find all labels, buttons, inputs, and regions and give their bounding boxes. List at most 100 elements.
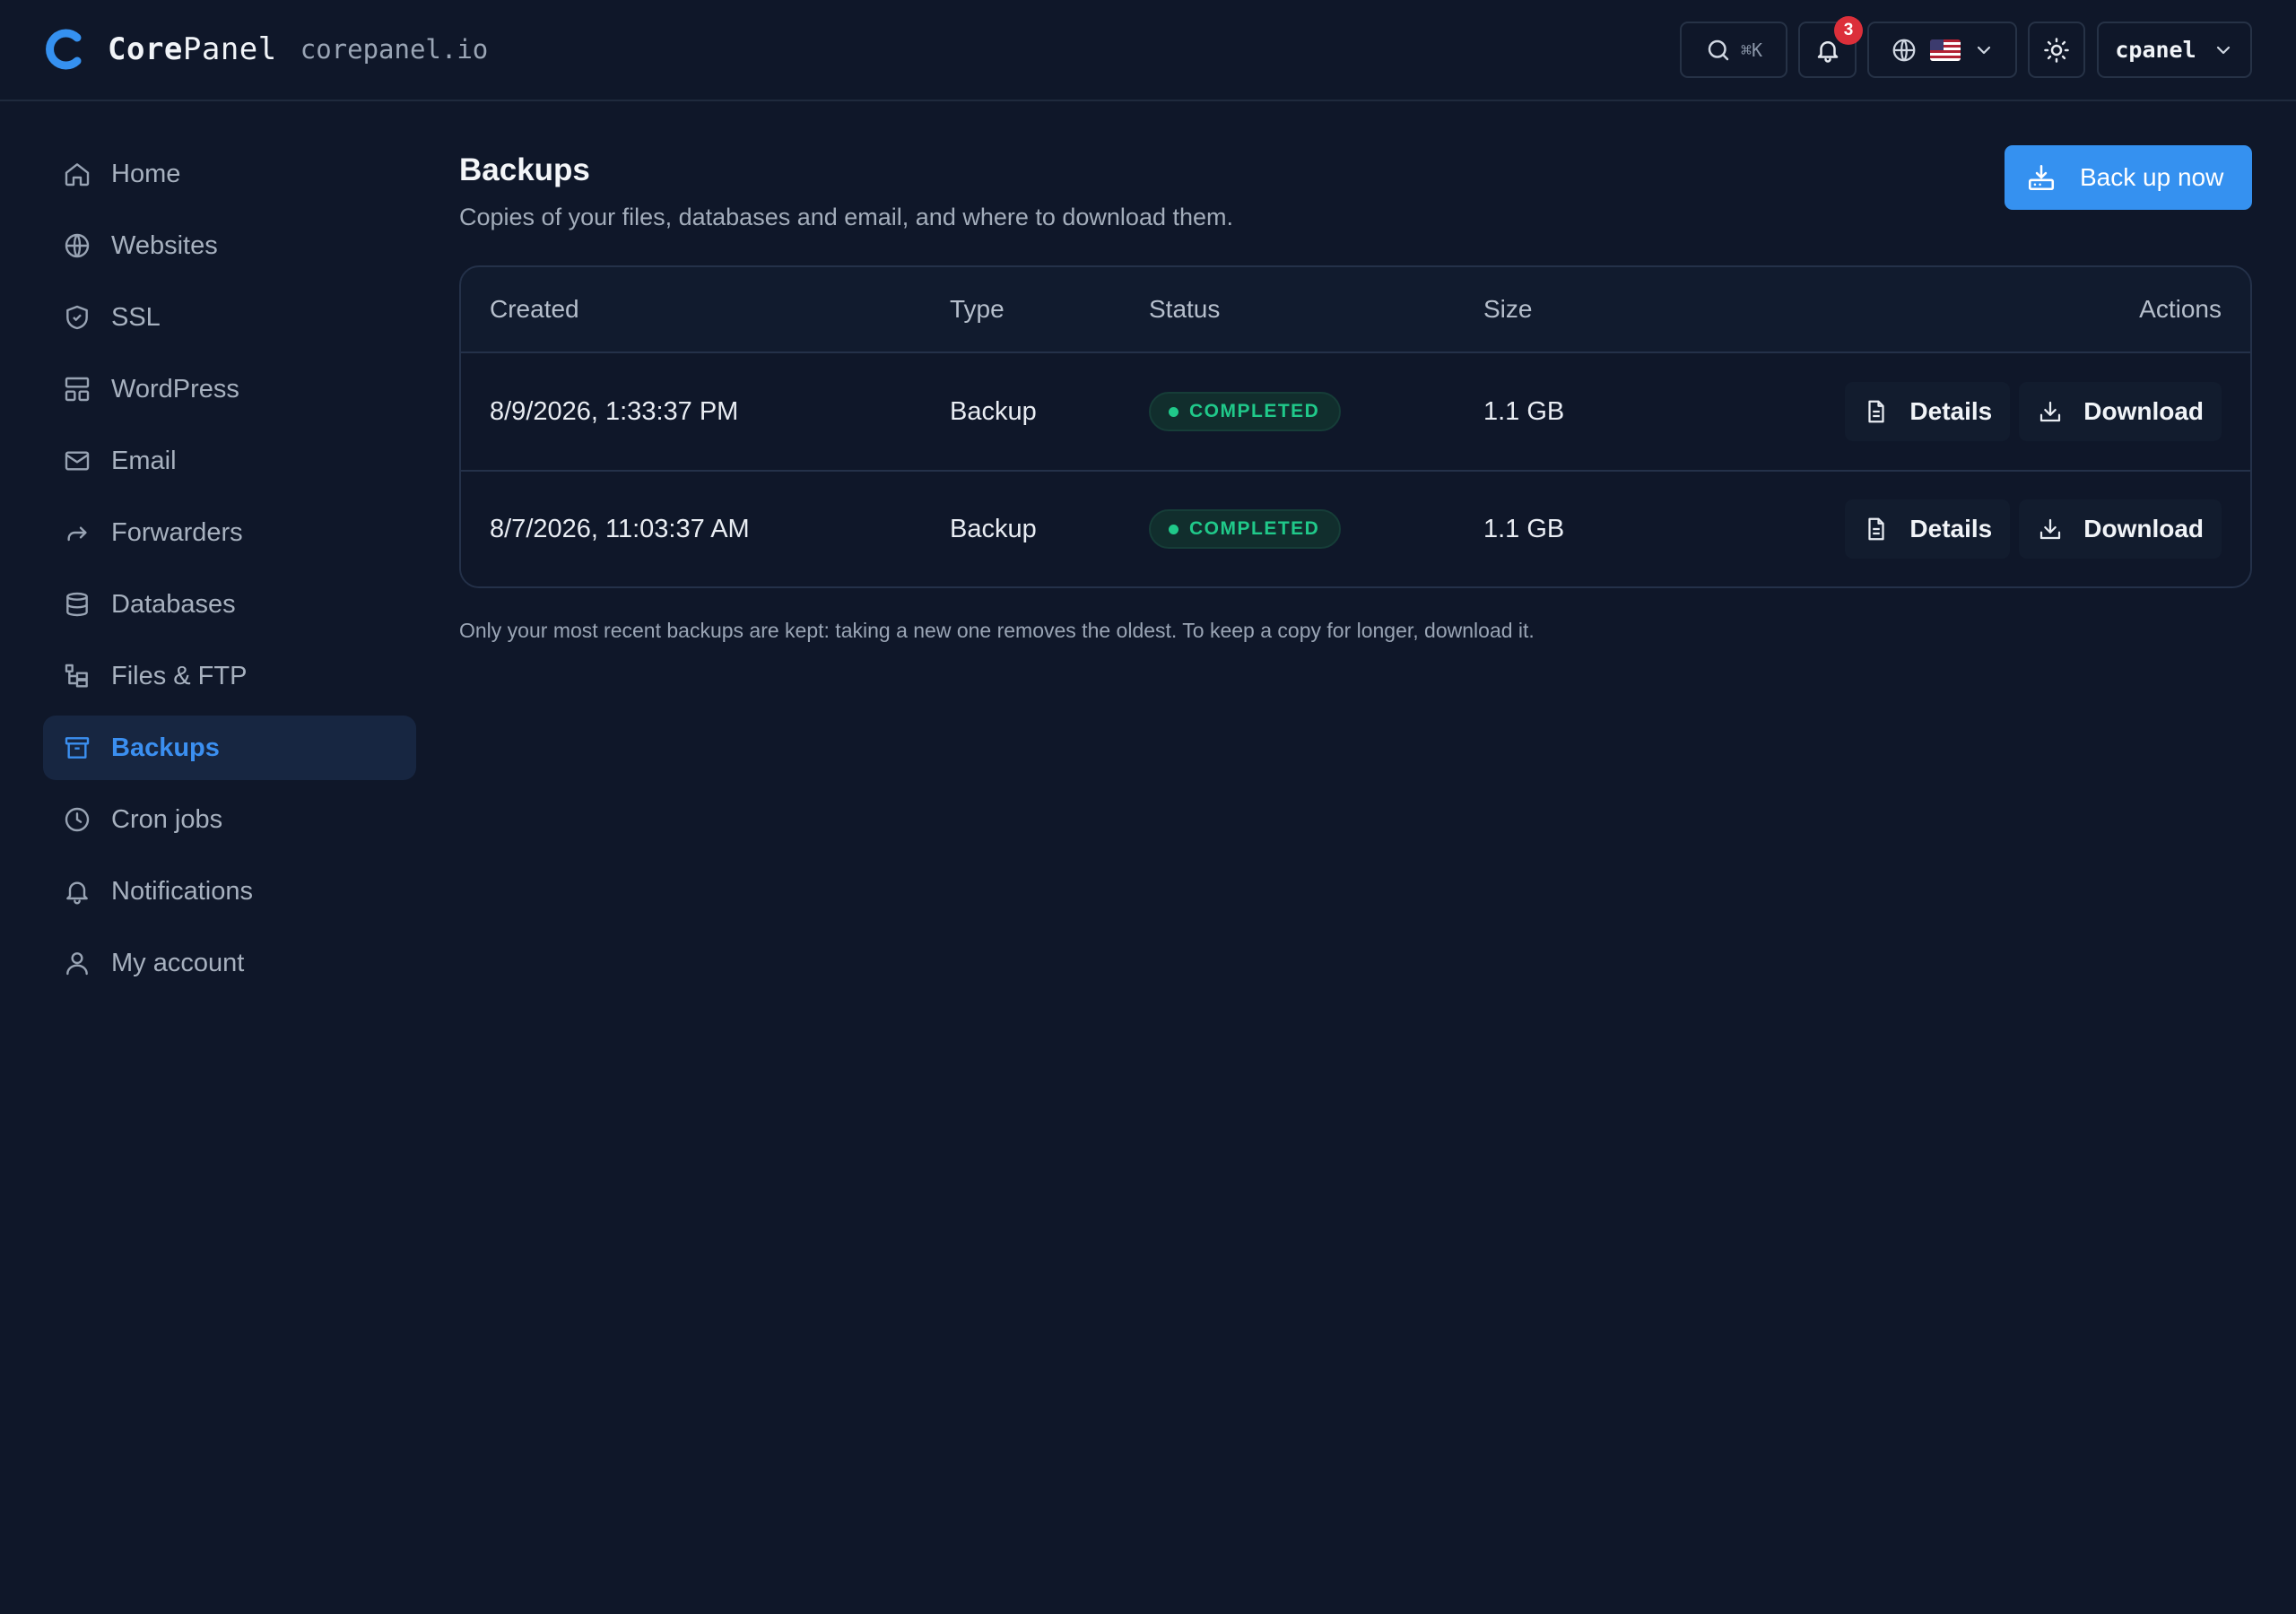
notifications-button[interactable]: 3 — [1798, 16, 1863, 78]
sidebar-item-cron-jobs[interactable]: Cron jobs — [43, 787, 416, 852]
top-bar: CorePanel corepanel.io ⌘K 3 cpanel — [0, 0, 2296, 101]
sidebar-item-label: Backups — [111, 733, 220, 762]
document-icon — [1868, 517, 1885, 541]
status-badge: COMPLETED — [1149, 392, 1342, 431]
user-menu-button[interactable]: cpanel — [2097, 22, 2252, 78]
bell-icon — [1817, 40, 1838, 63]
us-flag-icon — [1929, 39, 1961, 61]
back-up-now-button[interactable]: Back up now — [2005, 145, 2252, 210]
sidebar-item-label: WordPress — [111, 374, 239, 404]
size-cell: 1.1 GB — [1483, 396, 1565, 426]
sidebar-item-home[interactable]: Home — [43, 142, 416, 206]
actions-cell: Details Download — [1752, 499, 2222, 559]
status-dot — [1169, 524, 1178, 534]
sidebar-item-ssl[interactable]: SSL — [43, 285, 416, 350]
user-icon — [66, 952, 88, 976]
sidebar-item-wordpress[interactable]: WordPress — [43, 357, 416, 421]
created-cell: 8/9/2026, 1:33:37 PM — [490, 396, 739, 426]
sidebar-item-label: Email — [111, 446, 177, 475]
sidebar-item-databases[interactable]: Databases — [43, 572, 416, 637]
status-label: COMPLETED — [1189, 518, 1320, 539]
status-label: COMPLETED — [1189, 401, 1320, 421]
chevron-down-icon — [2216, 46, 2230, 54]
status-cell: COMPLETED — [1149, 509, 1483, 549]
document-icon — [1868, 400, 1885, 423]
download-button[interactable]: Download — [2019, 499, 2222, 559]
details-button[interactable]: Details — [1845, 499, 2011, 559]
sidebar-item-notifications[interactable]: Notifications — [43, 859, 416, 924]
mail-icon — [65, 451, 90, 471]
column-header-actions: Actions — [2139, 295, 2222, 323]
download-button[interactable]: Download — [2019, 382, 2222, 441]
table-row: 8/9/2026, 1:33:37 PM Backup COMPLETED 1.… — [461, 353, 2250, 470]
notification-count-badge: 3 — [1834, 16, 1863, 45]
brand[interactable]: CorePanel corepanel.io — [43, 27, 488, 72]
back-up-now-label: Back up now — [2080, 163, 2224, 191]
column-header-size: Size — [1483, 295, 1533, 323]
created-cell: 8/7/2026, 11:03:37 AM — [490, 514, 750, 543]
actions-cell: Details Download — [1752, 382, 2222, 441]
globe-icon — [65, 233, 90, 258]
download-label: Download — [2083, 515, 2204, 542]
sidebar-item-label: Forwarders — [111, 517, 243, 547]
sidebar-item-label: Cron jobs — [111, 804, 223, 834]
retention-note: Only your most recent backups are kept: … — [459, 619, 1535, 642]
brand-domain: corepanel.io — [300, 34, 489, 65]
sun-icon — [2044, 37, 2069, 63]
bell-icon — [66, 881, 88, 905]
backups-table: Created Type Status Size Actions 8/9/202… — [459, 265, 2252, 588]
details-label: Details — [1909, 515, 1993, 542]
status-badge: COMPLETED — [1149, 509, 1342, 549]
theme-toggle-button[interactable] — [2028, 22, 2085, 78]
download-icon — [2040, 518, 2061, 540]
search-icon — [1708, 39, 1729, 60]
database-icon — [66, 592, 88, 617]
forward-icon — [67, 526, 87, 542]
username: cpanel — [2115, 37, 2196, 63]
sidebar-item-websites[interactable]: Websites — [43, 213, 416, 278]
sidebar-item-label: Files & FTP — [111, 661, 248, 690]
type-cell: Backup — [950, 396, 1037, 426]
sidebar-item-files-ftp[interactable]: Files & FTP — [43, 644, 416, 708]
status-cell: COMPLETED — [1149, 392, 1483, 431]
sidebar-item-my-account[interactable]: My account — [43, 931, 416, 995]
page-subtitle: Copies of your files, databases and emai… — [459, 204, 1234, 230]
column-header-created: Created — [490, 295, 579, 323]
chevron-down-icon — [1977, 46, 1990, 54]
table-header: Created Type Status Size Actions — [461, 267, 2250, 353]
sidebar-nav: Home Websites SSL WordPress Email Forwar… — [43, 142, 416, 1002]
backup-download-icon — [2028, 164, 2055, 191]
home-icon — [65, 163, 90, 187]
sidebar-item-label: Websites — [111, 230, 218, 260]
logo-icon — [46, 29, 82, 70]
download-label: Download — [2083, 397, 2204, 425]
search-button[interactable]: ⌘K — [1680, 22, 1787, 78]
details-button[interactable]: Details — [1845, 382, 2011, 441]
sidebar-item-forwarders[interactable]: Forwarders — [43, 500, 416, 565]
column-header-status: Status — [1149, 295, 1221, 323]
column-header-type: Type — [950, 295, 1004, 323]
details-label: Details — [1909, 397, 1993, 425]
sidebar-item-email[interactable]: Email — [43, 429, 416, 493]
sidebar-item-label: Home — [111, 159, 181, 188]
language-selector[interactable] — [1867, 22, 2017, 78]
sidebar-item-label: Databases — [111, 589, 236, 619]
brand-name: CorePanel — [108, 31, 277, 67]
sidebar-item-label: SSL — [111, 302, 161, 332]
globe-icon — [1892, 39, 1915, 61]
download-icon — [2040, 401, 2061, 422]
type-cell: Backup — [950, 514, 1037, 543]
sidebar-item-label: Notifications — [111, 876, 253, 906]
status-dot — [1169, 406, 1178, 417]
size-cell: 1.1 GB — [1483, 514, 1565, 543]
page-title: Backups — [459, 152, 590, 187]
table-row: 8/7/2026, 11:03:37 AM Backup COMPLETED 1… — [461, 470, 2250, 586]
search-shortcut: ⌘K — [1740, 39, 1763, 61]
sidebar-item-backups[interactable]: Backups — [43, 716, 416, 780]
shield-icon — [66, 305, 88, 330]
main-content: Backups Copies of your files, databases … — [459, 142, 2252, 643]
sidebar-item-label: My account — [111, 948, 245, 977]
clock-icon — [65, 807, 90, 832]
layout-icon — [65, 377, 90, 402]
folder-tree-icon — [65, 664, 88, 688]
